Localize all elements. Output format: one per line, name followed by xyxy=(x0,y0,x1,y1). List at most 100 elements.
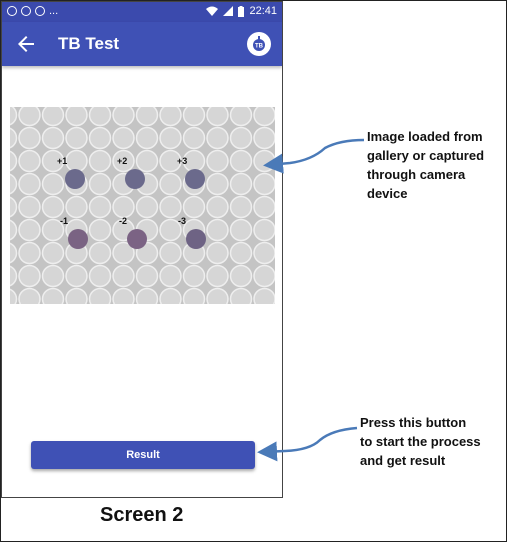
plate-well xyxy=(182,126,206,150)
plate-well xyxy=(88,241,112,265)
sample-well xyxy=(125,169,145,189)
sample-well xyxy=(185,169,205,189)
sample-well xyxy=(68,229,88,249)
plate-well xyxy=(88,126,112,150)
plate-well xyxy=(253,107,275,127)
plate-well xyxy=(18,126,41,150)
button-annotation: Press this button to start the process a… xyxy=(360,415,481,468)
shield-icon xyxy=(35,6,45,16)
plate-well xyxy=(18,241,41,265)
plate-label: -3 xyxy=(178,216,186,226)
plate-well xyxy=(65,149,88,173)
plate-well xyxy=(253,241,275,265)
plate-well xyxy=(206,195,229,219)
plate-well xyxy=(18,195,41,219)
plate-well xyxy=(253,149,275,173)
plate-well xyxy=(206,218,229,242)
plate-well xyxy=(41,195,65,219)
status-time: 22:41 xyxy=(249,5,277,17)
sync-icon xyxy=(21,6,31,16)
plate-well xyxy=(229,149,253,173)
plate-well xyxy=(41,107,65,127)
plate-well xyxy=(135,149,159,173)
plate-well xyxy=(229,218,253,242)
plate-well xyxy=(88,149,112,173)
plate-label: -2 xyxy=(119,216,127,226)
plate-well xyxy=(135,195,159,219)
plate-well xyxy=(206,149,229,173)
plate-well xyxy=(65,126,88,150)
plate-well xyxy=(182,195,206,219)
sample-well xyxy=(65,169,85,189)
plate-well xyxy=(18,218,41,242)
plate-well xyxy=(112,195,135,219)
plate-well xyxy=(65,107,88,127)
plate-well xyxy=(206,126,229,150)
plate-well xyxy=(18,107,41,127)
back-arrow-icon[interactable] xyxy=(14,32,38,56)
well-plate-photo: +1 +2 +3 -1 -2 -3 xyxy=(10,107,275,304)
plate-well xyxy=(159,126,182,150)
plate-well xyxy=(41,264,65,288)
plate-label: +1 xyxy=(57,156,67,166)
plate-well xyxy=(182,287,206,304)
plate-well xyxy=(41,172,65,196)
plate-well xyxy=(112,264,135,288)
plate-well xyxy=(253,126,275,150)
plate-well xyxy=(135,107,159,127)
app-logo-icon[interactable]: TB xyxy=(247,32,271,56)
sample-well xyxy=(127,229,147,249)
status-bar: ... 22:41 xyxy=(2,2,282,22)
plate-well xyxy=(112,287,135,304)
plate-well xyxy=(88,287,112,304)
plate-well xyxy=(229,195,253,219)
tb-logo-mark: TB xyxy=(253,36,265,51)
plate-label: +2 xyxy=(117,156,127,166)
app-bar: TB Test TB xyxy=(2,22,282,66)
plate-well xyxy=(18,149,41,173)
plate-well xyxy=(182,107,206,127)
plate-well xyxy=(159,195,182,219)
plate-well xyxy=(88,264,112,288)
plate-well xyxy=(65,287,88,304)
sample-well xyxy=(186,229,206,249)
battery-icon xyxy=(238,5,245,17)
plate-well xyxy=(229,126,253,150)
plate-well xyxy=(112,126,135,150)
plate-well xyxy=(253,218,275,242)
plate-well xyxy=(65,264,88,288)
plate-label: +3 xyxy=(177,156,187,166)
plate-well xyxy=(65,195,88,219)
plate-well xyxy=(41,126,65,150)
plate-well xyxy=(229,172,253,196)
plate-well xyxy=(159,241,182,265)
plate-well xyxy=(88,107,112,127)
more-notifications-text: ... xyxy=(49,5,59,17)
plate-well xyxy=(18,172,41,196)
plate-well xyxy=(135,126,159,150)
result-button[interactable]: Result xyxy=(31,441,255,469)
plate-well xyxy=(135,287,159,304)
plate-well xyxy=(229,264,253,288)
plate-well xyxy=(88,218,112,242)
loaded-plate-image: +1 +2 +3 -1 -2 -3 xyxy=(10,107,275,304)
signal-icon xyxy=(223,6,234,16)
plate-well xyxy=(229,107,253,127)
plate-well xyxy=(253,195,275,219)
plate-well xyxy=(41,287,65,304)
plate-well xyxy=(229,287,253,304)
plate-well xyxy=(88,195,112,219)
plate-wells xyxy=(10,107,275,304)
plate-well xyxy=(159,264,182,288)
plate-well xyxy=(182,264,206,288)
wifi-icon xyxy=(206,6,219,16)
plate-well xyxy=(112,107,135,127)
plate-well xyxy=(159,287,182,304)
plate-well xyxy=(135,264,159,288)
plate-well xyxy=(253,172,275,196)
logo-text: TB xyxy=(255,44,264,50)
plate-well xyxy=(88,172,112,196)
plate-well xyxy=(253,264,275,288)
plate-well xyxy=(206,107,229,127)
page-title: TB Test xyxy=(58,34,120,53)
